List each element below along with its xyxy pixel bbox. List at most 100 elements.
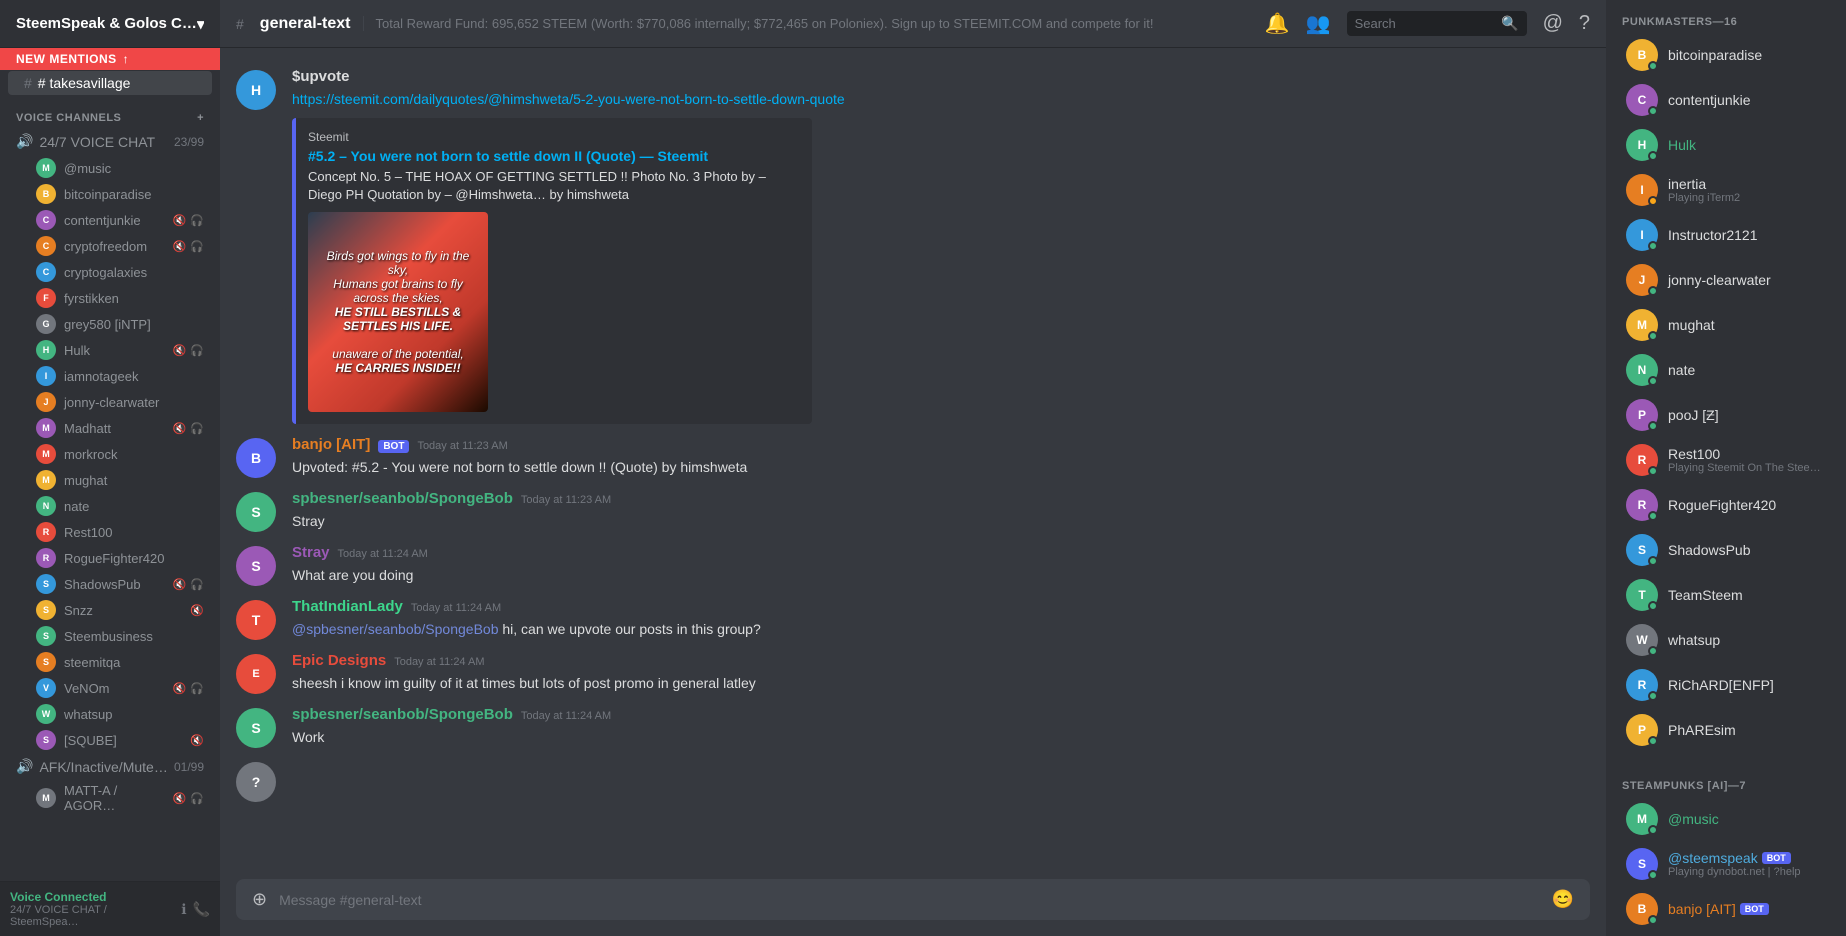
message-text: @spbesner/seanbob/SpongeBob hi, can we u…	[292, 619, 1590, 640]
embed-title[interactable]: #5.2 – You were not born to settle down …	[308, 148, 800, 164]
avatar: F	[36, 288, 56, 308]
avatar: S	[36, 652, 56, 672]
voice-user-sqube[interactable]: S [SQUBE] 🔇	[8, 727, 212, 753]
member-item[interactable]: B bitcoinparadise	[1614, 33, 1838, 77]
voice-user-cryptogalaxies[interactable]: C cryptogalaxies	[8, 259, 212, 285]
speaker-icon: 🔊	[16, 758, 33, 775]
member-item[interactable]: R RiChARD[ENFP]	[1614, 663, 1838, 707]
message-header: Epic Designs Today at 11:24 AM	[292, 652, 1590, 669]
search-input[interactable]	[1355, 16, 1496, 31]
help-icon[interactable]: ?	[1579, 12, 1590, 35]
member-item[interactable]: T TeamSteem	[1614, 573, 1838, 617]
voice-user-shadowspub[interactable]: S ShadowsPub 🔇 🎧	[8, 571, 212, 597]
message-input[interactable]	[279, 892, 1539, 908]
voice-user-steembusiness[interactable]: S Steembusiness	[8, 623, 212, 649]
member-name: TeamSteem	[1668, 587, 1743, 603]
info-icon[interactable]: ℹ	[181, 901, 186, 918]
member-item[interactable]: F fraspy BOT	[1614, 932, 1838, 936]
voice-user-steemitqa[interactable]: S steemitqa	[8, 649, 212, 675]
avatar: T	[236, 600, 276, 640]
member-item[interactable]: H Hulk	[1614, 123, 1838, 167]
voice-user-matt[interactable]: M MATT-A / AGOR… 🔇 🎧	[8, 780, 212, 816]
voice-user-bitcoinparadise[interactable]: B bitcoinparadise	[8, 181, 212, 207]
at-icon[interactable]: @	[1543, 12, 1563, 35]
message-header: spbesner/seanbob/SpongeBob Today at 11:2…	[292, 490, 1590, 507]
voice-user-mughat[interactable]: M mughat	[8, 467, 212, 493]
member-item[interactable]: R Rest100 Playing Steemit On The Stee…	[1614, 438, 1838, 482]
headset-icon: 🎧	[190, 214, 204, 227]
voice-user-roguefighter[interactable]: R RogueFighter420	[8, 545, 212, 571]
voice-user-hulk[interactable]: H Hulk 🔇 🎧	[8, 337, 212, 363]
voice-user-grey580[interactable]: G grey580 [iNTP]	[8, 311, 212, 337]
afk-channel-name: AFK/Inactive/Mute…	[39, 759, 167, 775]
voice-user-music[interactable]: M @music	[8, 155, 212, 181]
timestamp: Today at 11:23 AM	[521, 494, 611, 506]
voice-user-snzz[interactable]: S Snzz 🔇	[8, 597, 212, 623]
avatar: W	[1626, 624, 1658, 656]
status-dot	[1648, 511, 1658, 521]
headset-icon: 🎧	[190, 240, 204, 253]
avatar: M	[36, 418, 56, 438]
member-name: ShadowsPub	[1668, 542, 1751, 558]
message-header: banjo [AIT] BOT Today at 11:23 AM	[292, 436, 1590, 453]
member-item[interactable]: M mughat	[1614, 303, 1838, 347]
add-voice-channel-icon[interactable]: +	[197, 112, 204, 124]
voice-user-jonny[interactable]: J jonny-clearwater	[8, 389, 212, 415]
member-item[interactable]: S ShadowsPub	[1614, 528, 1838, 572]
voice-user-iamnotageek[interactable]: I iamnotageek	[8, 363, 212, 389]
voice-user-rest100[interactable]: R Rest100	[8, 519, 212, 545]
voice-user-cryptofreedom[interactable]: C cryptofreedom 🔇 🎧	[8, 233, 212, 259]
member-item[interactable]: S @steemspeak BOT Playing dynobot.net | …	[1614, 842, 1838, 886]
avatar: E	[236, 654, 276, 694]
mentions-bar[interactable]: NEW MENTIONS ↑	[0, 48, 220, 70]
member-item[interactable]: B banjo [AIT] BOT	[1614, 887, 1838, 931]
avatar: M	[1626, 309, 1658, 341]
member-item[interactable]: R RogueFighter420	[1614, 483, 1838, 527]
mute-icon: 🔇	[190, 604, 204, 617]
member-item[interactable]: C contentjunkie	[1614, 78, 1838, 122]
message-link[interactable]: https://steemit.com/dailyquotes/@himshwe…	[292, 91, 845, 107]
voice-channel-sub: 24/7 VOICE CHAT / SteemSpea…	[10, 904, 173, 928]
voice-channel-afk[interactable]: 🔊 AFK/Inactive/Mute… 01/99	[8, 754, 212, 779]
search-box[interactable]: 🔍	[1347, 11, 1527, 36]
member-item[interactable]: P pooJ [Ƶ]	[1614, 393, 1838, 437]
member-item[interactable]: I inertia Playing iTerm2	[1614, 168, 1838, 212]
voice-status-actions: ℹ 📞	[181, 901, 210, 918]
member-item[interactable]: M @music	[1614, 797, 1838, 841]
phone-icon[interactable]: 📞	[193, 901, 210, 918]
people-icon[interactable]: 👥	[1306, 11, 1331, 36]
emoji-icon[interactable]: 😊	[1552, 889, 1574, 910]
status-dot	[1648, 61, 1658, 71]
headset-icon: 🎧	[190, 422, 204, 435]
mentions-arrow: ↑	[123, 52, 130, 66]
channel-label: # takesavillage	[38, 75, 131, 91]
bell-icon[interactable]: 🔔	[1265, 11, 1290, 36]
voice-user-venom[interactable]: V VeNOm 🔇 🎧	[8, 675, 212, 701]
voice-user-nate[interactable]: N nate	[8, 493, 212, 519]
message-content: $upvote https://steemit.com/dailyquotes/…	[292, 68, 1590, 424]
status-dot	[1648, 691, 1658, 701]
member-item[interactable]: J jonny-clearwater	[1614, 258, 1838, 302]
avatar: S	[1626, 848, 1658, 880]
member-item[interactable]: W whatsup	[1614, 618, 1838, 662]
voice-user-morkrock[interactable]: M morkrock	[8, 441, 212, 467]
plus-icon[interactable]: ⊕	[252, 889, 267, 910]
voice-channel-247[interactable]: 🔊 24/7 VOICE CHAT 23/99	[8, 129, 212, 154]
member-item[interactable]: P PhAREsim	[1614, 708, 1838, 752]
member-item[interactable]: N nate	[1614, 348, 1838, 392]
voice-user-contentjunkie[interactable]: C contentjunkie 🔇 🎧	[8, 207, 212, 233]
avatar: N	[36, 496, 56, 516]
avatar: G	[36, 314, 56, 334]
voice-user-whatsup[interactable]: W whatsup	[8, 701, 212, 727]
avatar: H	[236, 70, 276, 110]
voice-user-fyrstikken[interactable]: F fyrstikken	[8, 285, 212, 311]
member-name: inertia	[1668, 176, 1740, 192]
mentions-label: NEW MENTIONS	[16, 52, 117, 66]
channel-item-takesavillage[interactable]: # # takesavillage	[8, 71, 212, 95]
voice-user-madhatt[interactable]: M Madhatt 🔇 🎧	[8, 415, 212, 441]
message-group: S Stray Today at 11:24 AM What are you d…	[220, 540, 1606, 590]
member-item[interactable]: I Instructor2121	[1614, 213, 1838, 257]
avatar: J	[36, 392, 56, 412]
voice-channels-header[interactable]: VOICE CHANNELS +	[0, 96, 220, 128]
server-header[interactable]: SteemSpeak & Golos Cry… ▾	[0, 0, 220, 48]
